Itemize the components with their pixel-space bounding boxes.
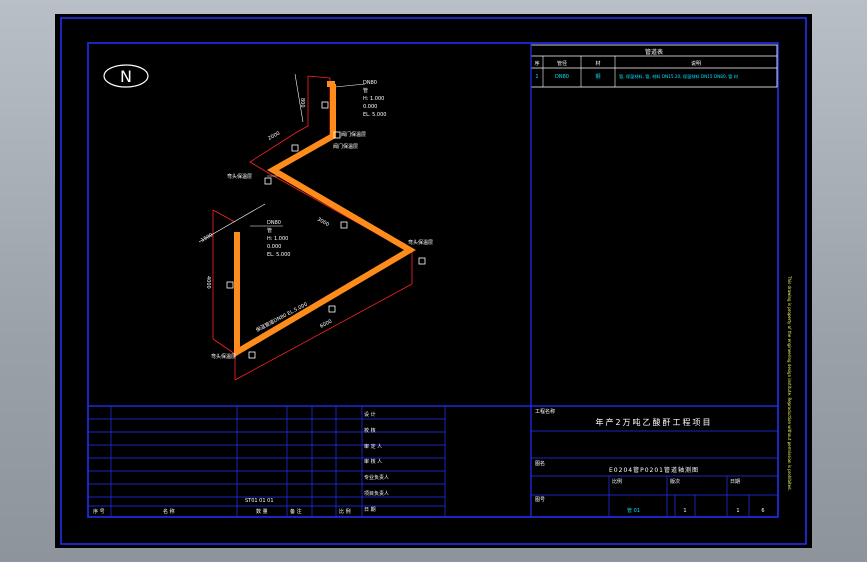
id-value-revision: 1: [736, 508, 739, 514]
sign-project-lead: 项目负责人: [364, 490, 389, 497]
id-label-drawing-no: 图号: [535, 497, 545, 503]
bottom-col-name: 名 称: [163, 508, 175, 515]
bottom-col-scale: 比 例: [339, 508, 351, 515]
north-label: N: [120, 67, 132, 86]
elbow-right-label: 弯头保温层: [408, 239, 433, 246]
sign-checker: 校 核: [364, 427, 376, 434]
sign-date: 日 期: [364, 507, 376, 513]
left-riser-elevation: EL. 5.000: [267, 252, 290, 258]
id-label-scale: 比例: [612, 478, 622, 485]
inner-frame: [87, 42, 779, 518]
material-header-no: 序: [534, 60, 539, 67]
dim-small: 2000: [267, 130, 281, 141]
north-arrow: N: [103, 64, 149, 88]
sign-approver: 审 定 人: [364, 443, 382, 450]
top-riser-elevation: EL. 5.000: [363, 112, 386, 118]
material-row-material: 钢: [595, 73, 600, 80]
bottom-col-qty: 数 量: [256, 508, 268, 515]
valve-a-label: 阀门保温层: [341, 131, 366, 138]
sign-discipline-lead: 专业负责人: [364, 474, 389, 481]
top-riser-zero: 0.000: [363, 104, 377, 110]
material-header-material: 材: [595, 60, 600, 67]
top-riser-height: H: 1.000: [363, 96, 384, 102]
id-value-drawing-no: 管 01: [627, 507, 640, 514]
id-label-revision: 版次: [670, 478, 680, 485]
dim-top: 800: [299, 98, 305, 108]
bottom-col-remark: 备 注: [290, 508, 302, 515]
outer-frame: [60, 17, 807, 545]
title-left-note: ST01 01 01: [245, 498, 274, 504]
side-note: This drawing is property of the engineer…: [787, 275, 792, 491]
drawing-name: E0204管P0201管道轴测图: [609, 466, 699, 474]
left-riser-height: H: 1.000: [267, 236, 288, 242]
top-riser-material: 管: [363, 87, 368, 94]
material-row-no: 1: [535, 74, 538, 80]
project-title: 年产2万吨乙酸酐工程项目: [595, 417, 712, 427]
left-riser-material: 管: [267, 227, 272, 234]
sign-reviewer: 审 核 人: [364, 458, 382, 465]
drawing-name-label: 图名: [535, 460, 545, 467]
projection-outlines: [212, 75, 413, 381]
material-table: 管道表 序 管径 材 说明 1 DN80 钢 管, 保温材料, 管, 材料 DN…: [530, 44, 778, 88]
material-row-desc: 管, 保温材料, 管, 材料 DN15.20, 保温材料 DN15 DN80, …: [619, 73, 738, 80]
valve-b-label: 阀门保温层: [333, 143, 358, 150]
dim-left: 1500: [200, 232, 214, 244]
left-riser-zero: 0.000: [267, 244, 281, 250]
dimension-lines: [198, 73, 366, 243]
isometric-drawing: N DN80 管 H: 1.000 0.000 EL. 5.000 DN80 管…: [60, 17, 807, 545]
left-riser-size: DN80: [267, 220, 281, 226]
project-header-label: 工程名称: [535, 408, 555, 415]
dim-mid: 3000: [316, 217, 330, 229]
bottom-col-no: 序 号: [93, 508, 105, 515]
top-riser-size: DN80: [363, 80, 377, 86]
material-row-size: DN80: [555, 74, 569, 80]
dim-vertical: 4000: [205, 276, 211, 289]
material-header-desc: 说明: [691, 60, 701, 67]
elbow-mid-label: 弯头保温层: [227, 173, 252, 180]
drawing-sheet: N DN80 管 H: 1.000 0.000 EL. 5.000 DN80 管…: [55, 14, 812, 548]
id-value-date: 6: [761, 508, 764, 514]
id-label-date: 日期: [730, 479, 740, 485]
id-value-scale: 1: [683, 508, 686, 514]
sign-designer: 设 计: [364, 411, 376, 418]
elbow-bottom-label: 弯头保温层: [211, 353, 236, 360]
material-table-title: 管道表: [645, 48, 663, 56]
material-header-size: 管径: [557, 60, 567, 67]
